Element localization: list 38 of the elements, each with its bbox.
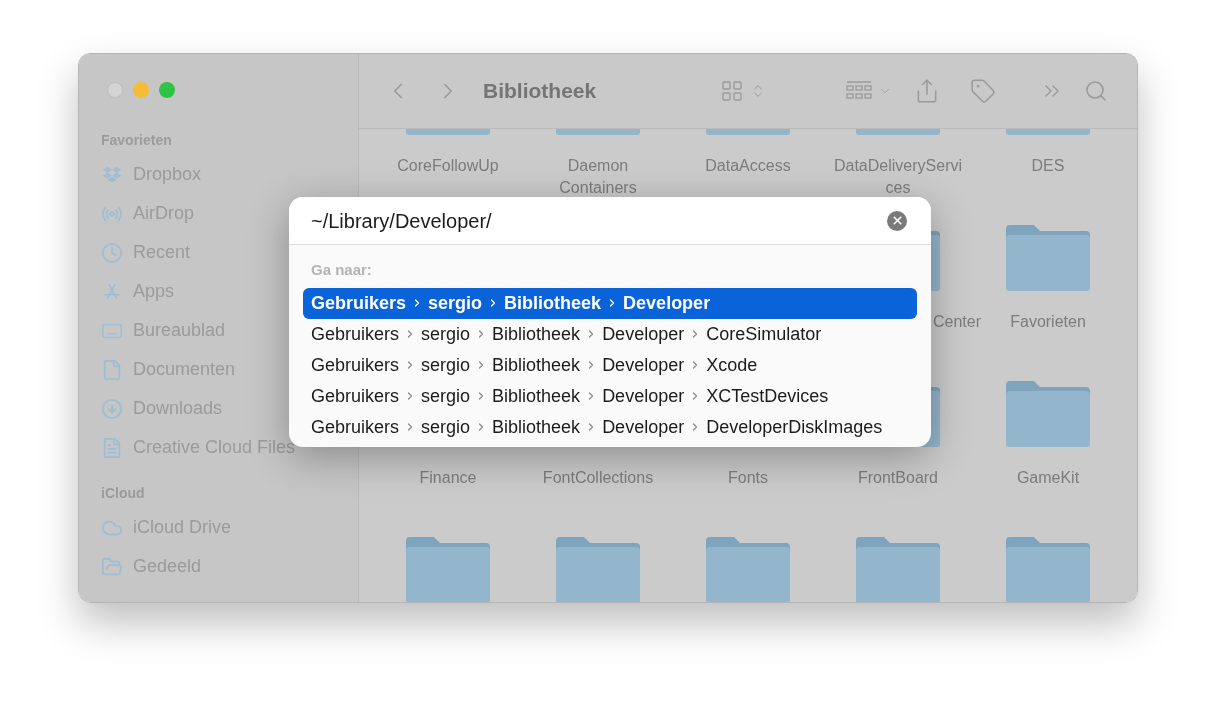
folder-name-label: sergio bbox=[421, 322, 471, 346]
folder-label: Center bbox=[932, 312, 981, 332]
folder-name-label: DeveloperDiskImages bbox=[706, 415, 883, 439]
folder-label: DataAccess bbox=[705, 156, 791, 176]
folder-name-label: Bibliotheek bbox=[492, 384, 581, 408]
folder-name-label: Developer bbox=[623, 291, 711, 315]
folder-label: Daemon Containers bbox=[558, 156, 638, 198]
folder-label: FontCollections bbox=[542, 468, 654, 488]
folder-name-label: Developer bbox=[602, 384, 685, 408]
folder-name-label: Xcode bbox=[706, 353, 758, 377]
folder-name-label: sergio bbox=[421, 353, 471, 377]
folder-name-label: Developer bbox=[602, 322, 685, 346]
folder-name-label: Gebruikers bbox=[311, 384, 400, 408]
folder-name-label: Gebruikers bbox=[311, 291, 407, 315]
folder-name-label: Developer bbox=[602, 353, 685, 377]
folder-label: Fonts bbox=[728, 468, 768, 488]
folder-name-label: sergio bbox=[428, 291, 483, 315]
folder-name-label: CoreSimulator bbox=[706, 322, 822, 346]
results-heading: Ga naar: bbox=[311, 260, 373, 280]
folder-name-label: Bibliotheek bbox=[492, 322, 581, 346]
folder-name-label: Gebruikers bbox=[311, 353, 400, 377]
folder-label: DES bbox=[1031, 156, 1065, 176]
folder-name-label: Bibliotheek bbox=[492, 415, 581, 439]
folder-name-label: Developer bbox=[602, 415, 685, 439]
folder-name-label: Bibliotheek bbox=[492, 353, 581, 377]
folder-label: DataDeliveryServices bbox=[832, 156, 963, 198]
folder-label: GameKit bbox=[1016, 468, 1080, 488]
folder-name-label: sergio bbox=[421, 415, 471, 439]
folder-label: CoreFollowUp bbox=[397, 156, 499, 176]
folder-name-label: XCTestDevices bbox=[706, 384, 829, 408]
folder-name-label: Gebruikers bbox=[311, 415, 400, 439]
folder-label: FrontBoard bbox=[857, 468, 938, 488]
folder-name-label: sergio bbox=[421, 384, 471, 408]
folder-name-label: Bibliotheek bbox=[504, 291, 602, 315]
folder-label: Favorieten bbox=[1010, 312, 1086, 332]
folder-label: Finance bbox=[419, 468, 477, 488]
window-title: Bibliotheek bbox=[483, 78, 597, 105]
folder-name-label: Gebruikers bbox=[311, 322, 400, 346]
